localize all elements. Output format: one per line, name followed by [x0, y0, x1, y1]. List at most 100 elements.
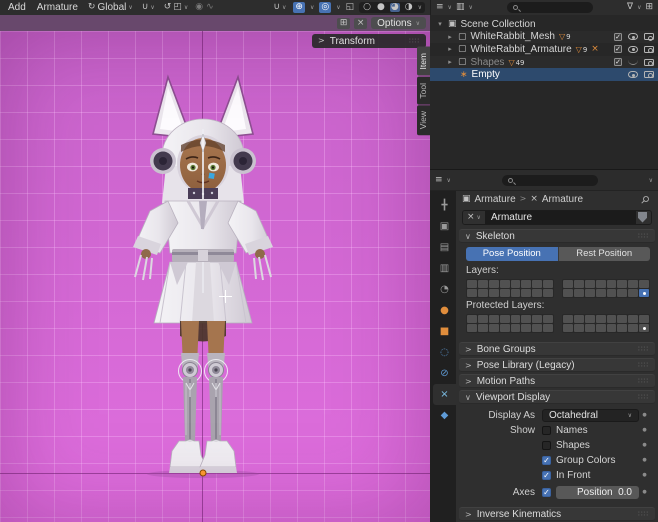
falloff-icon[interactable]: ∿ [206, 3, 214, 12]
menu-armature[interactable]: Armature [34, 2, 81, 13]
viewport-canvas[interactable]: > Transform ∷∷ Item Tool View [0, 31, 430, 522]
layer-toggle-cell[interactable] [467, 289, 477, 297]
layer-toggle-cell[interactable] [467, 280, 477, 288]
layer-toggle-cell[interactable] [511, 280, 521, 288]
layer-toggle-cell[interactable] [500, 315, 510, 323]
panel-header-skeleton[interactable]: ∨ Skeleton ∷∷ [459, 229, 655, 243]
layer-toggle-cell[interactable] [585, 315, 595, 323]
camera-icon[interactable] [644, 59, 654, 66]
properties-tab-object-icon[interactable]: ■ [433, 321, 456, 342]
options-dropdown[interactable]: Options ∨ [371, 17, 426, 29]
layer-toggle-cell[interactable] [574, 324, 584, 332]
transform-panel-header[interactable]: > Transform ∷∷ [312, 34, 426, 48]
layer-toggle-cell[interactable] [596, 280, 606, 288]
outliner-row-shapes[interactable]: ▸ ▢ Shapes ▽49 ✓ [430, 56, 658, 69]
layer-toggle-cell[interactable] [617, 280, 627, 288]
layer-toggle-cell[interactable] [489, 315, 499, 323]
layer-toggle-cell[interactable] [607, 315, 617, 323]
layer-toggle-cell[interactable] [489, 289, 499, 297]
editor-splitter[interactable] [430, 169, 658, 170]
layer-toggle-cell[interactable] [511, 324, 521, 332]
layer-toggle-cell[interactable] [532, 280, 542, 288]
layer-toggle-cell[interactable] [596, 324, 606, 332]
collection-checkbox[interactable]: ✓ [614, 45, 622, 53]
layer-toggle-cell[interactable] [639, 289, 649, 297]
layer-toggle-cell[interactable] [563, 315, 573, 323]
layer-toggle-cell[interactable] [563, 289, 573, 297]
expander-icon[interactable]: ▾ [436, 20, 444, 28]
outliner-editor-icon[interactable]: ≡ [436, 3, 444, 12]
overlays-icon[interactable]: ◱ [346, 3, 355, 12]
proportional-edit-icon[interactable]: ◉ [195, 3, 203, 12]
properties-search-input[interactable] [502, 175, 598, 186]
properties-tab-world-icon[interactable]: ● [433, 300, 456, 321]
animate-dot-icon[interactable]: ● [639, 457, 650, 463]
layer-toggle-cell[interactable] [478, 280, 488, 288]
in-front-checkbox[interactable]: ✓ [542, 471, 551, 480]
panel-header-motion-paths[interactable]: > Motion Paths ∷∷ [459, 374, 655, 388]
properties-tab-object-data-icon[interactable]: × [433, 384, 456, 405]
properties-tab-output-icon[interactable]: ▤ [433, 237, 456, 258]
snap-dropdown[interactable]: ∪ ∨ [140, 2, 157, 13]
layer-toggle-cell[interactable] [585, 289, 595, 297]
layer-toggle-cell[interactable] [532, 315, 542, 323]
layer-toggle-cell[interactable] [585, 324, 595, 332]
layer-toggle-cell[interactable] [532, 324, 542, 332]
layer-toggle-cell[interactable] [596, 289, 606, 297]
layer-toggle-cell[interactable] [500, 289, 510, 297]
layer-toggle-cell[interactable] [489, 280, 499, 288]
properties-tab-scene-icon[interactable]: ◔ [433, 279, 456, 300]
collection-checkbox[interactable]: ✓ [614, 58, 622, 66]
properties-editor-icon[interactable]: ≡ [435, 176, 443, 185]
panel-header-bone-groups[interactable]: > Bone Groups ∷∷ [459, 342, 655, 356]
layer-toggle-cell[interactable] [478, 315, 488, 323]
outliner-search-input[interactable] [507, 2, 593, 13]
animate-dot-icon[interactable]: ● [639, 412, 650, 418]
expander-icon[interactable]: ▸ [446, 45, 454, 53]
layer-toggle-cell[interactable] [511, 315, 521, 323]
layer-toggle-cell[interactable] [639, 280, 649, 288]
snap-target-button[interactable]: ⊕ [293, 2, 305, 13]
collection-checkbox[interactable]: ✓ [614, 33, 622, 41]
layer-toggle-cell[interactable] [500, 280, 510, 288]
layer-toggle-cell[interactable] [521, 315, 531, 323]
layer-toggle-cell[interactable] [617, 315, 627, 323]
panel-header-inverse-kinematics[interactable]: > Inverse Kinematics ∷∷ [459, 507, 655, 521]
sidebar-tab-item[interactable]: Item [417, 47, 430, 76]
properties-tab-tool-icon[interactable]: ╋ [433, 195, 456, 216]
camera-icon[interactable] [644, 71, 654, 78]
layer-toggle-cell[interactable] [607, 289, 617, 297]
outliner-row-whiterabbit-armature[interactable]: ▸ ▢ WhiteRabbit_Armature ▽9 × ✓ [430, 43, 658, 56]
panel-header-viewport-display[interactable]: ∨ Viewport Display ∷∷ [459, 390, 655, 404]
eye-icon[interactable] [628, 33, 638, 40]
animate-dot-icon[interactable]: ● [639, 427, 650, 433]
expander-icon[interactable]: ▸ [446, 58, 454, 66]
layer-toggle-cell[interactable] [574, 280, 584, 288]
outliner-row-whiterabbit-mesh[interactable]: ▸ ▢ WhiteRabbit_Mesh ▽9 ✓ [430, 31, 658, 44]
layer-toggle-cell[interactable] [521, 324, 531, 332]
expander-icon[interactable]: ▸ [446, 33, 454, 41]
animate-dot-icon[interactable]: ● [639, 489, 650, 495]
fake-user-shield-icon[interactable] [638, 212, 647, 223]
shading-material-icon[interactable]: ◕ [390, 3, 400, 12]
properties-tab-constraints-icon[interactable]: ⊘ [433, 363, 456, 384]
layer-toggle-cell[interactable] [607, 280, 617, 288]
layer-toggle-cell[interactable] [596, 315, 606, 323]
menu-add[interactable]: Add [5, 2, 29, 13]
layer-toggle-cell[interactable] [574, 315, 584, 323]
axes-position-slider[interactable]: Position 0.0 [556, 486, 639, 499]
layer-toggle-cell[interactable] [543, 324, 553, 332]
filter-icon[interactable]: ∇ [627, 3, 633, 12]
rest-position-button[interactable]: Rest Position [558, 247, 651, 261]
shading-solid-icon[interactable]: ● [376, 3, 386, 12]
layer-toggle-cell[interactable] [543, 280, 553, 288]
layer-toggle-cell[interactable] [543, 315, 553, 323]
layer-toggle-cell[interactable] [521, 289, 531, 297]
layer-toggle-cell[interactable] [521, 280, 531, 288]
clear-button[interactable]: × [354, 18, 367, 29]
layer-toggle-cell[interactable] [585, 280, 595, 288]
layer-toggle-cell[interactable] [639, 324, 649, 332]
layer-toggle-cell[interactable] [511, 289, 521, 297]
display-as-dropdown[interactable]: Octahedral ∨ [542, 409, 639, 422]
outliner-row-empty[interactable]: ∗ Empty [430, 68, 658, 81]
